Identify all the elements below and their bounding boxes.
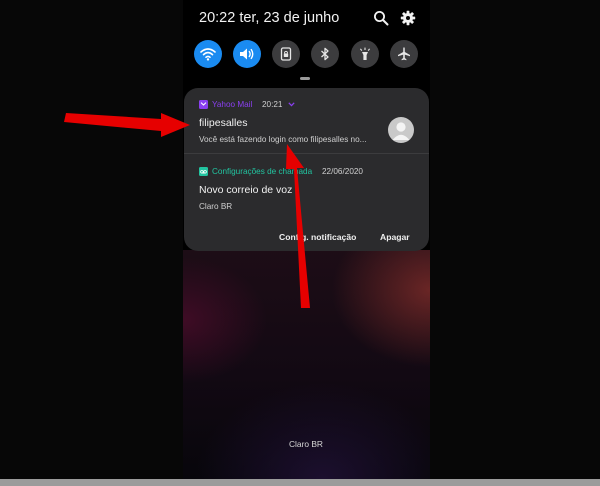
notification-body: Você está fazendo login como filipesalle… [199,135,367,144]
default-avatar-icon [392,122,410,140]
panel-drag-handle[interactable] [300,77,310,80]
wifi-toggle[interactable] [194,40,222,68]
gear-icon[interactable] [400,10,416,26]
chevron-down-icon[interactable] [288,102,295,107]
bluetooth-icon [321,47,329,61]
search-icon[interactable] [373,10,389,26]
notification-app-name: Yahoo Mail [212,100,253,109]
yahoo-mail-app-icon [199,100,208,109]
clear-all-button[interactable]: Apagar [380,232,410,242]
notification-body: Claro BR [199,202,233,211]
screen-lock-icon [280,47,292,61]
flashlight-icon [359,47,371,60]
airplane-icon [398,47,410,61]
notification-app-name: Configurações de chamada [212,167,313,176]
notification-title: filipesalles [199,117,248,129]
notification-divider [184,153,429,154]
volume-icon [240,48,254,60]
notification-title: Novo correio de voz [199,184,293,196]
flashlight-toggle[interactable] [351,40,379,68]
screen-lock-toggle[interactable] [272,40,300,68]
notification-time: 22/06/2020 [322,167,363,176]
bluetooth-toggle[interactable] [311,40,339,68]
bottom-border [0,479,600,486]
sound-toggle[interactable] [233,40,261,68]
carrier-label: Claro BR [289,439,323,449]
avatar [388,117,414,143]
status-time-date: 20:22 ter, 23 de junho [199,10,340,26]
voicemail-app-icon [199,167,208,176]
notification-time: 20:21 [262,100,283,109]
airplane-toggle[interactable] [390,40,418,68]
notification-settings-button[interactable]: Config. notificação [279,232,356,242]
wifi-icon [200,48,216,61]
